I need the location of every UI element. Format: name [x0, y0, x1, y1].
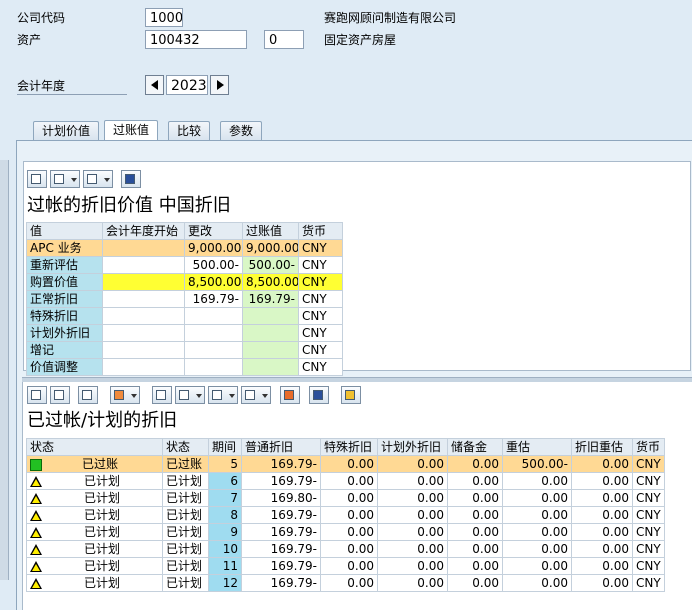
company-code-label: 公司代码 [17, 11, 66, 25]
export-list-button[interactable] [208, 386, 238, 404]
company-name: 赛跑网顾问制造有限公司 [324, 11, 457, 25]
table-row[interactable]: 正常折旧 169.79- 169.79- CNY [26, 290, 343, 308]
info-icon [313, 390, 323, 400]
sum-button[interactable] [78, 386, 98, 404]
col-posted[interactable]: 过账值 [242, 222, 299, 240]
arrow-left-icon [151, 80, 158, 90]
col-reserve[interactable]: 储备金 [447, 438, 503, 456]
asset-description: 固定资产房屋 [324, 33, 397, 47]
info-icon [125, 174, 135, 184]
table-row[interactable]: 已计划 已计划 8 169.79- 0.00 0.00 0.00 0.00 0.… [26, 506, 665, 524]
col-currency[interactable]: 货币 [632, 438, 665, 456]
warning-icon [30, 544, 42, 555]
sort-descending-button[interactable] [50, 386, 70, 404]
export-icon [87, 174, 97, 184]
warning-icon [30, 527, 42, 538]
sort-ascending-icon [31, 390, 41, 400]
next-year-button[interactable] [210, 75, 229, 95]
export-button[interactable] [83, 170, 113, 188]
warning-icon [30, 493, 42, 504]
depreciation-table: 状态 状态 期间 普通折旧 特殊折旧 计划外折旧 储备金 重估 折旧重估 货币 … [26, 438, 665, 592]
col-status[interactable]: 状态 [162, 438, 209, 456]
col-value[interactable]: 值 [26, 222, 103, 240]
layout-button[interactable] [241, 386, 271, 404]
col-status-icon[interactable]: 状态 [26, 438, 163, 456]
section1-title: 过帐的折旧价值 中国折旧 [27, 195, 231, 216]
col-revaluation[interactable]: 重估 [502, 438, 572, 456]
tab-comparison[interactable]: 比较 [168, 121, 211, 141]
info-list-button[interactable] [309, 386, 329, 404]
graphic-button[interactable] [280, 386, 300, 404]
print-icon [156, 390, 166, 400]
col-currency[interactable]: 货币 [298, 222, 343, 240]
layout-icon [245, 390, 255, 400]
sum-icon [82, 390, 92, 400]
arrow-right-icon [217, 80, 224, 90]
previous-year-button[interactable] [145, 75, 164, 95]
sort-descending-icon [54, 390, 64, 400]
col-change[interactable]: 更改 [184, 222, 243, 240]
table-row[interactable]: 重新评估 500.00- 500.00- CNY [26, 256, 343, 274]
table-row[interactable]: 已计划 已计划 11 169.79- 0.00 0.00 0.00 0.00 0… [26, 557, 665, 575]
fiscal-year-label: 会计年度 [17, 79, 66, 93]
fiscal-year-underline [17, 94, 127, 95]
view-icon [54, 174, 64, 184]
subtotal-button[interactable] [110, 386, 140, 404]
warning-icon [30, 476, 42, 487]
warning-icon [30, 561, 42, 572]
documents-button[interactable] [341, 386, 361, 404]
posted-status-icon [30, 458, 42, 471]
col-unplanned-dep[interactable]: 计划外折旧 [377, 438, 448, 456]
table-row[interactable]: 已计划 已计划 12 169.79- 0.00 0.00 0.00 0.00 0… [26, 574, 665, 592]
table-row[interactable]: 已计划 已计划 6 169.79- 0.00 0.00 0.00 0.00 0.… [26, 472, 665, 490]
subtotal-icon [114, 390, 124, 400]
print-icon [31, 174, 41, 184]
table-row[interactable]: 计划外折旧 CNY [26, 324, 343, 342]
col-ordinary-dep[interactable]: 普通折旧 [241, 438, 321, 456]
col-reval-dep[interactable]: 折旧重估 [571, 438, 633, 456]
table-row[interactable]: 增记 CNY [26, 341, 343, 359]
chart-icon [284, 390, 294, 400]
table-row[interactable]: 已计划 已计划 10 169.79- 0.00 0.00 0.00 0.00 0… [26, 540, 665, 558]
warning-icon [30, 578, 42, 589]
asset-number-field[interactable]: 100432 [145, 30, 247, 49]
company-code-field[interactable]: 1000 [145, 8, 183, 27]
col-special-dep[interactable]: 特殊折旧 [320, 438, 378, 456]
view-list-button[interactable] [175, 386, 205, 404]
table-row[interactable]: 已计划 已计划 7 169.80- 0.00 0.00 0.00 0.00 0.… [26, 489, 665, 507]
table-row[interactable]: 购置价值 8,500.00 8,500.00 CNY [26, 273, 343, 291]
table-row[interactable]: 已计划 已计划 9 169.79- 0.00 0.00 0.00 0.00 0.… [26, 523, 665, 541]
fiscal-year-field[interactable]: 2023 [166, 75, 208, 95]
section2-title: 已过帐/计划的折旧 [27, 410, 178, 431]
tab-parameters[interactable]: 参数 [220, 121, 263, 141]
table-row[interactable]: APC 业务 9,000.00 9,000.00 CNY [26, 239, 343, 257]
info-button[interactable] [121, 170, 141, 188]
warning-icon [30, 510, 42, 521]
table-row[interactable]: 已过账 已过账 5 169.79- 0.00 0.00 0.00 500.00-… [26, 455, 665, 473]
col-fy-start[interactable]: 会计年度开始 [102, 222, 185, 240]
document-icon [345, 390, 355, 400]
posted-values-table: 值 会计年度开始 更改 过账值 货币 APC 业务 9,000.00 9,000… [26, 222, 343, 376]
col-period[interactable]: 期间 [208, 438, 242, 456]
table-row[interactable]: 价值调整 CNY [26, 358, 343, 376]
print-list-button[interactable] [152, 386, 172, 404]
print-button[interactable] [27, 170, 47, 188]
left-splitter[interactable] [0, 160, 9, 580]
view-icon [179, 390, 189, 400]
table-row[interactable]: 特殊折旧 CNY [26, 307, 343, 325]
view-button[interactable] [50, 170, 80, 188]
sort-ascending-button[interactable] [27, 386, 47, 404]
tab-planned-values[interactable]: 计划价值 [33, 121, 100, 141]
asset-label: 资产 [17, 33, 42, 47]
export-icon [212, 390, 222, 400]
sub-asset-field[interactable]: 0 [264, 30, 304, 49]
tab-posted-values[interactable]: 过账值 [104, 120, 159, 142]
